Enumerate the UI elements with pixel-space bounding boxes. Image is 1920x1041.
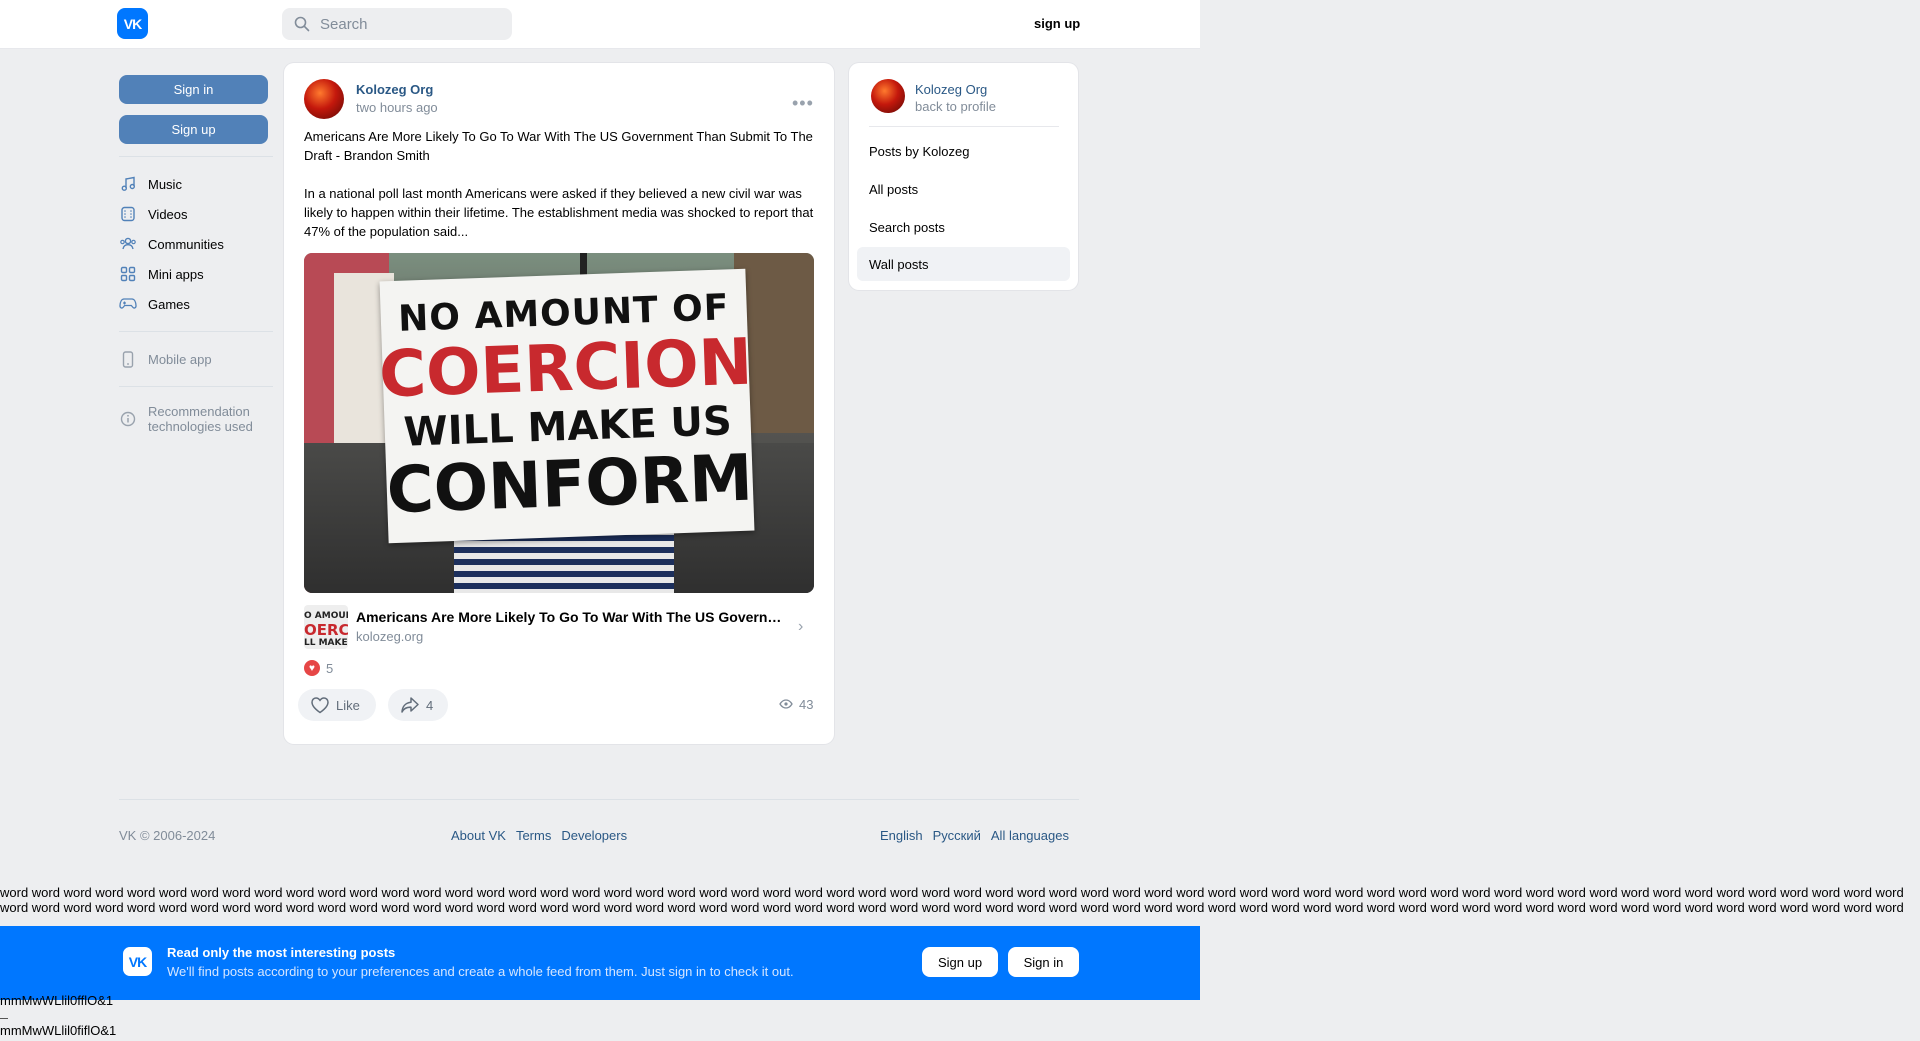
sidebar-item-games[interactable]: Games: [119, 289, 273, 319]
menu-all-posts[interactable]: All posts: [857, 172, 1070, 206]
post-text: Americans Are More Likely To Go To War W…: [304, 127, 814, 260]
views-counter: 43: [779, 697, 813, 712]
post-photo[interactable]: NO AMOUNT OF COERCION WILL MAKE US CONFO…: [304, 253, 814, 593]
divider: [119, 331, 273, 332]
sidebar-item-label: Videos: [148, 206, 188, 222]
filler-line: word word word word word word word word …: [0, 885, 1904, 900]
like-button[interactable]: Like: [298, 689, 376, 721]
like-label: Like: [336, 697, 360, 713]
sign-line: CONFORM: [385, 441, 754, 528]
back-to-profile-link[interactable]: back to profile: [915, 99, 996, 114]
menu-search-posts[interactable]: Search posts: [857, 210, 1070, 244]
sidebar-signin-button[interactable]: Sign in: [119, 75, 268, 104]
search-box[interactable]: [282, 8, 512, 40]
avatar[interactable]: [304, 79, 344, 119]
divider: [119, 156, 273, 157]
post-time[interactable]: two hours ago: [356, 100, 438, 115]
sidebar-item-label: Mini apps: [148, 266, 204, 282]
sidebar-item-label: Mobile app: [148, 351, 212, 367]
post-card: Kolozeg Org two hours ago ••• Americans …: [284, 63, 834, 744]
likes-count: 5: [326, 660, 334, 676]
share-icon: [400, 695, 420, 715]
mini-apps-icon: [119, 265, 137, 283]
sidebar-item-videos[interactable]: Videos: [119, 199, 273, 229]
filler-line: word word word word word word word word …: [0, 900, 1904, 915]
banner-subtitle: We'll find posts according to your prefe…: [167, 964, 794, 979]
shares-count: 4: [426, 697, 434, 713]
communities-icon: [119, 235, 137, 253]
sidebar-item-mobile-app[interactable]: Mobile app: [119, 344, 273, 374]
sidebar-item-label: Music: [148, 176, 182, 192]
sidebar-item-label: Games: [148, 296, 190, 312]
divider: [0, 1018, 8, 1019]
thumb-line: O AMOUNT O: [304, 611, 348, 621]
eye-icon: [779, 697, 793, 712]
search-icon: [294, 16, 310, 32]
info-icon: [119, 410, 137, 428]
font-test-line: mmMwWLlil0fflO&1: [0, 993, 114, 1008]
search-input[interactable]: [318, 14, 512, 34]
link-thumbnail: O AMOUNT O OERCIO LL MAKE: [304, 605, 348, 649]
protest-sign: NO AMOUNT OF COERCION WILL MAKE US CONFO…: [377, 268, 755, 544]
header-signup-link[interactable]: sign up: [1034, 16, 1080, 31]
thumb-line: OERCIO: [304, 621, 348, 639]
sidebar-item-recommendation[interactable]: Recommendation technologies used: [119, 399, 273, 439]
heart-icon: ♥: [304, 660, 320, 676]
footer-divider: [119, 799, 1079, 800]
footer-link-about[interactable]: About VK: [451, 828, 506, 843]
likes-summary[interactable]: ♥ 5: [304, 660, 333, 676]
divider: [119, 386, 273, 387]
link-title[interactable]: Americans Are More Likely To Go To War W…: [356, 609, 791, 625]
phone-icon: [119, 350, 137, 368]
banner-title: Read only the most interesting posts: [167, 945, 396, 960]
profile-card: Kolozeg Org back to profile Posts by Kol…: [849, 63, 1078, 290]
thumb-line: LL MAKE: [304, 638, 348, 648]
left-sidebar: Sign in Sign up Music Videos Communities…: [119, 75, 273, 439]
music-icon: [119, 175, 137, 193]
footer-link-terms[interactable]: Terms: [516, 828, 551, 843]
divider: [869, 126, 1059, 127]
post-author[interactable]: Kolozeg Org: [356, 82, 433, 97]
language-russian[interactable]: Русский: [933, 828, 981, 843]
avatar[interactable]: [871, 79, 905, 113]
menu-posts-by-author[interactable]: Posts by Kolozeg: [857, 134, 1070, 168]
banner-signup-button[interactable]: Sign up: [922, 947, 998, 977]
font-test-line: mmMwWLlil0fiflO&1: [0, 1023, 117, 1038]
video-icon: [119, 205, 137, 223]
sidebar-item-music[interactable]: Music: [119, 169, 273, 199]
profile-name[interactable]: Kolozeg Org: [915, 82, 987, 97]
link-preview[interactable]: O AMOUNT O OERCIO LL MAKE Americans Are …: [304, 605, 814, 649]
footer-links: About VK Terms Developers: [451, 828, 637, 843]
sidebar-item-label: Recommendation technologies used: [148, 404, 253, 434]
views-count: 43: [799, 697, 814, 712]
link-domain: kolozeg.org: [356, 629, 424, 644]
sidebar-item-label: Communities: [148, 236, 224, 252]
footer-link-developers[interactable]: Developers: [561, 828, 627, 843]
chevron-right-icon: ›: [798, 618, 804, 635]
sidebar-item-communities[interactable]: Communities: [119, 229, 273, 259]
vk-logo-icon[interactable]: VK: [117, 8, 148, 39]
menu-wall-posts[interactable]: Wall posts: [857, 247, 1070, 281]
banner-signin-button[interactable]: Sign in: [1008, 947, 1079, 977]
footer-copyright: VK © 2006-2024: [119, 828, 216, 843]
post-title-text: Americans Are More Likely To Go To War W…: [304, 129, 813, 163]
language-english[interactable]: English: [880, 828, 923, 843]
sidebar-signup-button[interactable]: Sign up: [119, 115, 268, 144]
filler-text: word word word word word word word word …: [0, 885, 1920, 915]
language-all[interactable]: All languages: [991, 828, 1069, 843]
sign-line: COERCION: [377, 325, 754, 413]
post-body-text: In a national poll last month Americans …: [304, 186, 814, 239]
more-options-icon[interactable]: •••: [792, 93, 814, 114]
signin-promo-banner: VK Read only the most interesting posts …: [0, 926, 1200, 1000]
heart-outline-icon: [310, 695, 330, 715]
top-bar: VK sign up: [0, 0, 1200, 49]
footer-languages: English Русский All languages: [880, 828, 1069, 843]
vk-logo-icon: VK: [123, 947, 152, 976]
games-icon: [119, 295, 137, 313]
sidebar-item-mini-apps[interactable]: Mini apps: [119, 259, 273, 289]
share-button[interactable]: 4: [388, 689, 448, 721]
